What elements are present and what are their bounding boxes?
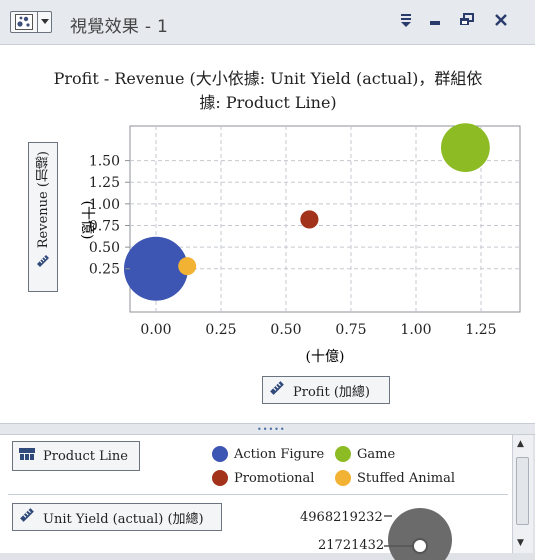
legend-label: Game [357, 446, 396, 462]
size-legend-graphic [384, 508, 452, 560]
grip-icon: ••••• [257, 425, 286, 434]
legend-item-promotional[interactable]: Promotional [212, 470, 314, 486]
legend-swatch [212, 470, 228, 486]
legend-swatch [335, 470, 351, 486]
size-role-label: Unit Yield (actual) (加總) [43, 511, 204, 527]
legend-item-action-figure[interactable]: Action Figure [212, 446, 324, 462]
scrollbar-thumb[interactable] [516, 457, 529, 525]
legend-scrollbar[interactable]: ▲ ▼ [512, 435, 533, 553]
legend-item-stuffed-animal[interactable]: Stuffed Animal [335, 470, 455, 486]
bubble-stuffed-animal[interactable] [178, 257, 197, 276]
x-axis-role-button[interactable]: Profit (加總) [262, 376, 390, 404]
y-tick-label: 1.25 [89, 175, 120, 191]
measure-icon [269, 380, 285, 400]
x-tick-label: 0.50 [270, 322, 301, 338]
y-tick-label: 1.50 [89, 154, 120, 170]
group-role-button[interactable]: Product Line [12, 441, 140, 471]
y-axis-role-button[interactable]: Revenue (加總) [28, 142, 58, 292]
measure-icon [36, 254, 50, 272]
y-unit-label: (十億) [79, 201, 95, 240]
legend-swatch [335, 446, 351, 462]
size-legend-max: 4968219232 [300, 510, 383, 525]
x-axis-label: Profit (加總) [293, 384, 370, 400]
bubble-game[interactable] [441, 123, 490, 173]
y-axis-label: Revenue (加總) [35, 151, 51, 249]
measure-icon [19, 507, 35, 527]
legend-divider [8, 494, 508, 495]
legend-label: Stuffed Animal [357, 470, 456, 486]
scroll-down-icon[interactable]: ▼ [517, 538, 524, 548]
group-role-label: Product Line [43, 448, 128, 464]
size-legend-min: 21721432 [318, 538, 385, 553]
y-tick-label: 0.25 [89, 262, 120, 278]
x-tick-label: 0.00 [140, 322, 171, 338]
bubble-promotional[interactable] [300, 210, 319, 229]
legend-swatch [212, 446, 228, 462]
category-icon [19, 447, 35, 465]
size-legend-small-circle [412, 538, 428, 554]
x-tick-label: 0.25 [205, 322, 236, 338]
x-unit-label: (十億) [306, 349, 345, 365]
bubble-action-figure[interactable] [124, 236, 188, 301]
x-tick-label: 0.75 [335, 322, 366, 338]
x-tick-label: 1.25 [465, 322, 496, 338]
legend-item-game[interactable]: Game [335, 446, 395, 462]
legend-label: Action Figure [234, 446, 325, 462]
scroll-up-icon[interactable]: ▲ [517, 439, 524, 449]
y-tick-label: 0.50 [89, 240, 120, 256]
x-tick-label: 1.00 [400, 322, 431, 338]
legend-label: Promotional [234, 470, 315, 486]
panel-splitter[interactable]: ••••• [0, 423, 535, 435]
size-role-button[interactable]: Unit Yield (actual) (加總) [12, 503, 222, 531]
x-tick-labels: 0.00 0.25 0.50 0.75 1.00 1.25 [140, 322, 496, 338]
